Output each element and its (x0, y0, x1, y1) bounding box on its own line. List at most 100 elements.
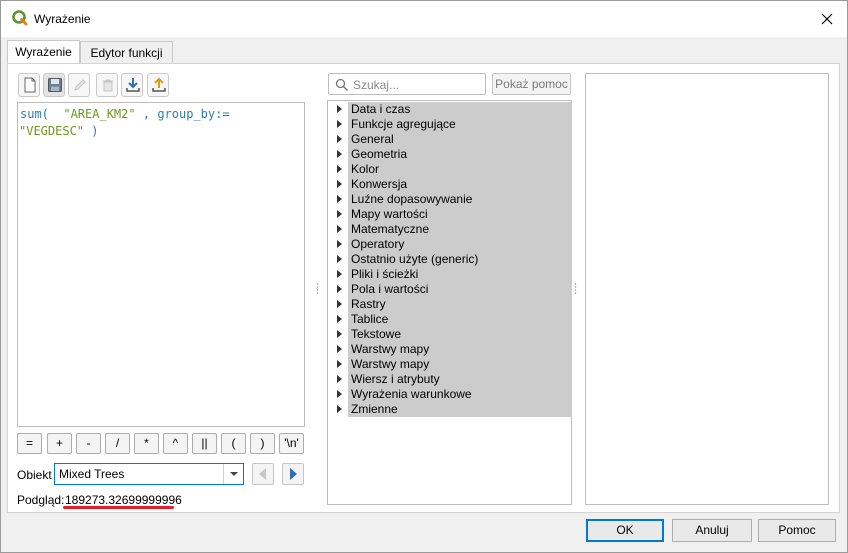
tree-item[interactable]: Luźne dopasowywanie (328, 192, 571, 207)
edit-button[interactable] (68, 73, 90, 97)
tree-item[interactable]: General (328, 132, 571, 147)
tree-item[interactable]: Wyrażenia warunkowe (328, 387, 571, 402)
editor-token-function: sum( (20, 107, 49, 121)
tree-item[interactable]: Tekstowe (328, 327, 571, 342)
expand-arrow-icon[interactable] (337, 135, 342, 143)
ok-button[interactable]: OK (586, 519, 664, 542)
expand-arrow-icon[interactable] (337, 375, 342, 383)
operator-close-paren-button[interactable]: ) (250, 433, 275, 454)
dropdown-button[interactable] (223, 464, 243, 484)
object-label: Obiekt (17, 468, 52, 482)
tab-expression[interactable]: Wyrażenie (7, 40, 80, 65)
close-icon[interactable] (817, 9, 837, 29)
tree-item-label: Wiersz i atrybuty (351, 372, 440, 386)
tree-item[interactable]: Mapy wartości (328, 207, 571, 222)
tree-item-label: Zmienne (351, 402, 398, 416)
operator-minus-button[interactable]: - (76, 433, 101, 454)
search-placeholder: Szukaj... (353, 78, 400, 92)
tree-item-label: Mapy wartości (351, 207, 428, 221)
delete-button[interactable] (96, 73, 118, 97)
expand-arrow-icon[interactable] (337, 240, 342, 248)
help-button[interactable]: Pomoc (758, 519, 836, 542)
help-panel (585, 73, 829, 505)
object-value: Mixed Trees (59, 467, 125, 481)
tree-item[interactable]: Funkcje agregujące (328, 117, 571, 132)
tree-item[interactable]: Kolor (328, 162, 571, 177)
expand-arrow-icon[interactable] (337, 345, 342, 353)
expand-arrow-icon[interactable] (337, 300, 342, 308)
editor-token-comma: , (142, 107, 151, 121)
operator-open-paren-button[interactable]: ( (221, 433, 246, 454)
tree-item[interactable]: Wiersz i atrybuty (328, 372, 571, 387)
expand-arrow-icon[interactable] (337, 105, 342, 113)
tree-item-label: Warstwy mapy (351, 357, 430, 371)
new-file-icon (24, 77, 36, 93)
cancel-button[interactable]: Anuluj (672, 519, 752, 542)
tree-item-label: Ostatnio użyte (generic) (351, 252, 479, 266)
new-file-button[interactable] (18, 73, 40, 97)
splitter-handle-icon[interactable] (574, 282, 577, 296)
tree-item[interactable]: Pola i wartości (328, 282, 571, 297)
tree-item[interactable]: Rastry (328, 297, 571, 312)
expand-arrow-icon[interactable] (337, 225, 342, 233)
object-combobox[interactable]: Mixed Trees (54, 463, 244, 485)
preview-label: Podgląd: (17, 493, 65, 507)
tree-item-label: Warstwy mapy (351, 342, 430, 356)
tree-item[interactable]: Tablice (328, 312, 571, 327)
import-button[interactable] (121, 73, 143, 97)
tree-item[interactable]: Matematyczne (328, 222, 571, 237)
tree-item-label: Konwersja (351, 177, 408, 191)
expand-arrow-icon[interactable] (337, 120, 342, 128)
expand-arrow-icon[interactable] (337, 270, 342, 278)
tree-item[interactable]: Pliki i ścieżki (328, 267, 571, 282)
tree-item-label: Operatory (351, 237, 405, 251)
preview-highlight-underline (63, 506, 174, 509)
tree-item[interactable]: Ostatnio użyte (generic) (328, 252, 571, 267)
tree-item[interactable]: Warstwy mapy (328, 342, 571, 357)
expand-arrow-icon[interactable] (337, 150, 342, 158)
operator-divide-button[interactable]: / (105, 433, 130, 454)
tree-item-label: General (351, 132, 394, 146)
operator-plus-button[interactable]: + (47, 433, 72, 454)
expand-arrow-icon[interactable] (337, 180, 342, 188)
search-icon (335, 78, 349, 92)
tab-function-editor[interactable]: Edytor funkcji (80, 41, 173, 64)
operator-newline-button[interactable]: '\n' (279, 433, 304, 454)
tree-item[interactable]: Warstwy mapy (328, 357, 571, 372)
operator-equals-button[interactable]: = (17, 433, 42, 454)
export-button[interactable] (147, 73, 169, 97)
expand-arrow-icon[interactable] (337, 315, 342, 323)
tree-item-label: Geometria (351, 147, 408, 161)
tree-item[interactable]: Data i czas (328, 102, 571, 117)
previous-feature-button[interactable] (252, 463, 274, 485)
search-input[interactable]: Szukaj... (328, 73, 486, 95)
tree-item[interactable]: Operatory (328, 237, 571, 252)
expand-arrow-icon[interactable] (337, 360, 342, 368)
expand-arrow-icon[interactable] (337, 165, 342, 173)
expand-arrow-icon[interactable] (337, 390, 342, 398)
tree-item[interactable]: Zmienne (328, 402, 571, 417)
expand-arrow-icon[interactable] (337, 285, 342, 293)
tree-item-label: Tablice (351, 312, 389, 326)
save-button[interactable] (43, 73, 65, 97)
expand-arrow-icon[interactable] (337, 330, 342, 338)
show-help-button[interactable]: Pokaż pomoc (492, 73, 571, 95)
expand-arrow-icon[interactable] (337, 405, 342, 413)
editor-token-param: group_by:= (157, 107, 230, 121)
operator-power-button[interactable]: ^ (163, 433, 188, 454)
qgis-logo-icon (12, 10, 28, 26)
expression-editor[interactable]: sum( "AREA_KM2" , group_by:= "VEGDESC" ) (17, 102, 305, 427)
arrow-right-icon (290, 468, 297, 480)
expand-arrow-icon[interactable] (337, 255, 342, 263)
expand-arrow-icon[interactable] (337, 210, 342, 218)
tab-expression-label: Wyrażenie (15, 45, 72, 59)
next-feature-button[interactable] (282, 463, 304, 485)
operator-concat-button[interactable]: || (192, 433, 217, 454)
operator-multiply-button[interactable]: * (134, 433, 159, 454)
tree-item[interactable]: Geometria (328, 147, 571, 162)
editor-token-close: ) (91, 124, 99, 138)
function-tree[interactable]: Data i czas Funkcje agregujące General Geom… (327, 100, 572, 505)
tree-item[interactable]: Konwersja (328, 177, 571, 192)
splitter-handle-icon[interactable] (316, 282, 319, 296)
expand-arrow-icon[interactable] (337, 195, 342, 203)
